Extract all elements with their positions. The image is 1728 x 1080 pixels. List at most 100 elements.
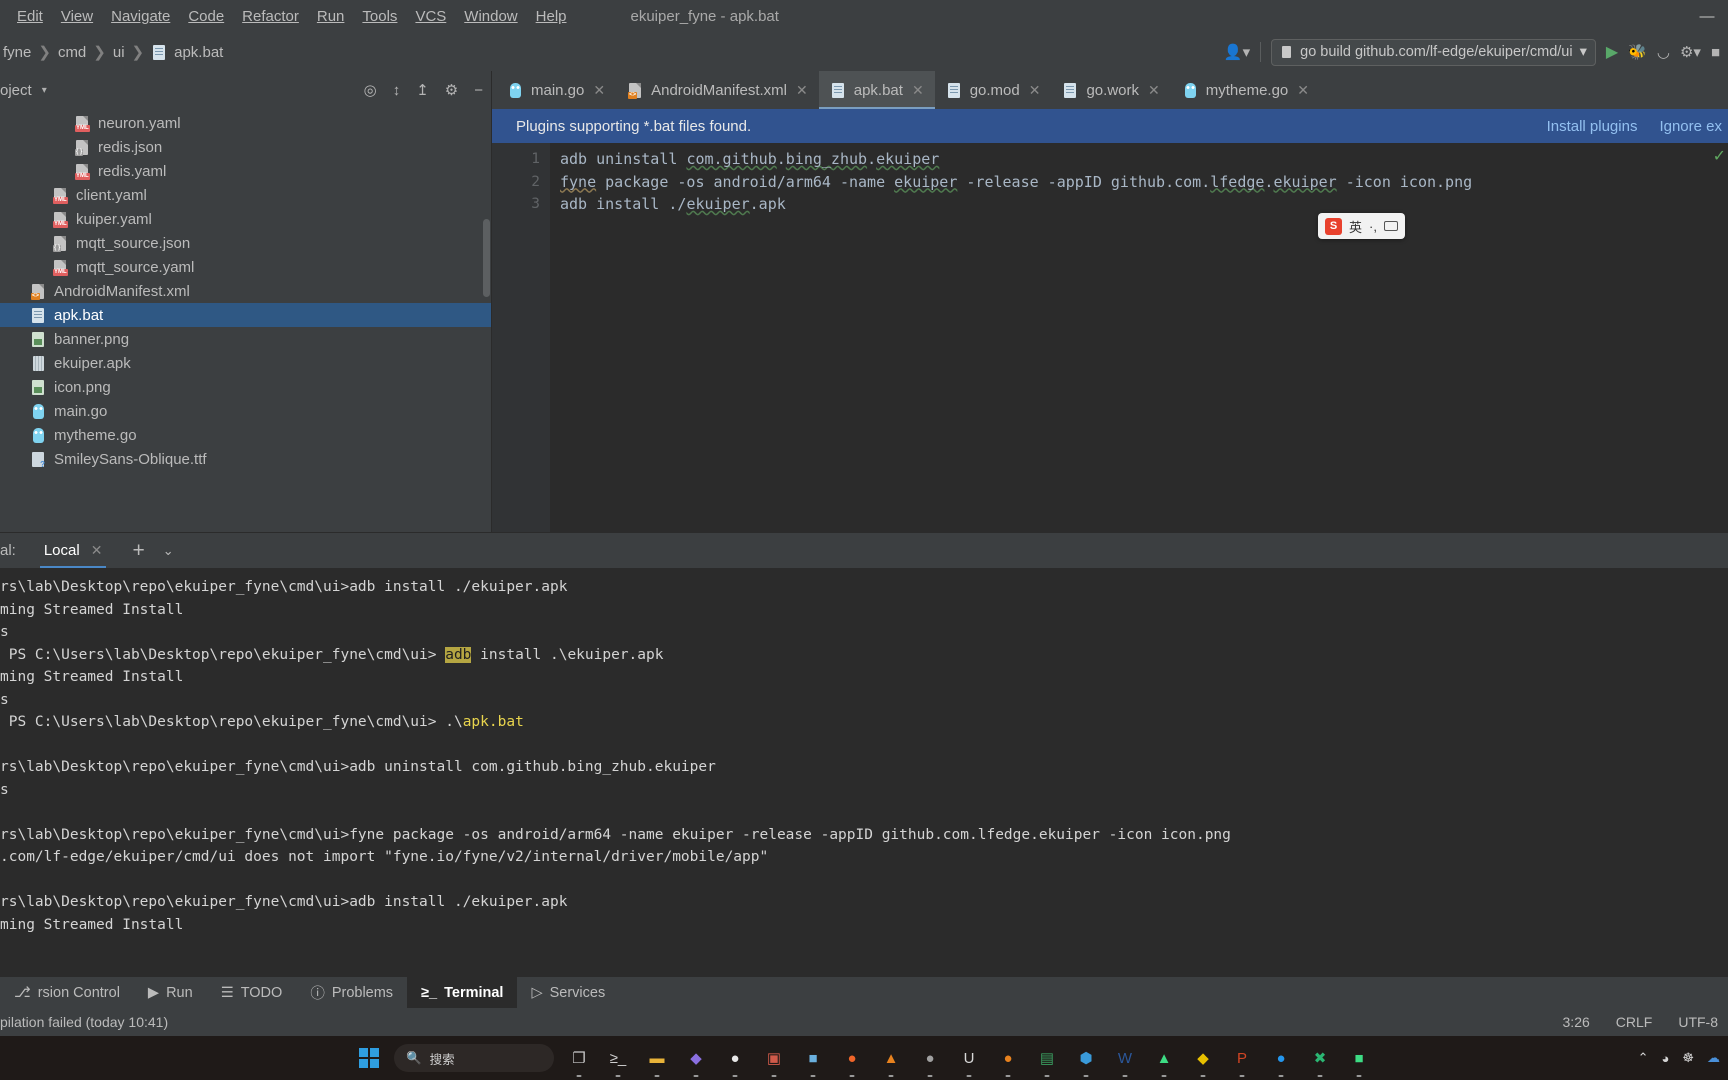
file-encoding[interactable]: UTF-8 xyxy=(1678,1014,1718,1030)
tree-item-redis-json[interactable]: { } redis.json xyxy=(0,135,491,159)
tool-window-button-run[interactable]: ▶ Run xyxy=(134,977,207,1008)
close-icon[interactable]: ✕ xyxy=(593,82,605,99)
unity-icon[interactable]: U xyxy=(955,1044,983,1077)
tree-item-androidmanifest-xml[interactable]: <> AndroidManifest.xml xyxy=(0,279,491,303)
profile-icon[interactable]: ◡ xyxy=(1657,43,1670,61)
menu-tools[interactable]: Tools xyxy=(353,5,406,28)
tool-window-button-todo[interactable]: ☰ TODO xyxy=(207,977,297,1008)
tool-window-button-rsion-control[interactable]: ⎇ rsion Control xyxy=(0,977,134,1008)
run-configuration-selector[interactable]: go build github.com/lf-edge/ekuiper/cmd/… xyxy=(1271,38,1596,66)
menu-run[interactable]: Run xyxy=(308,5,354,28)
menu-window[interactable]: Window xyxy=(455,5,526,28)
volume-icon[interactable]: ◕ xyxy=(1661,1051,1669,1066)
editor-code-area[interactable]: adb uninstall com.github.bing_zhub.ekuip… xyxy=(550,143,1728,532)
tree-item-ekuiper-apk[interactable]: ekuiper.apk xyxy=(0,351,491,375)
ime-indicator[interactable]: S 英 ·, xyxy=(1318,213,1405,239)
android-icon[interactable]: ■ xyxy=(1345,1044,1373,1077)
tree-item-redis-yaml[interactable]: YML redis.yaml xyxy=(0,159,491,183)
tool-window-button-problems[interactable]: ⓘ Problems xyxy=(296,977,407,1008)
code-editor[interactable]: 1 2 3 adb uninstall com.github.bing_zhub.e… xyxy=(492,143,1728,532)
close-icon[interactable]: ✕ xyxy=(912,82,924,99)
settings-icon[interactable]: ⚙ xyxy=(445,81,458,99)
docker-icon[interactable]: ● xyxy=(1267,1044,1295,1077)
ime-mode-label[interactable]: 英 xyxy=(1349,217,1362,236)
editor-tab-mytheme-go[interactable]: mytheme.go ✕ xyxy=(1171,71,1320,109)
menu-refactor[interactable]: Refactor xyxy=(233,5,308,28)
expand-all-icon[interactable]: ↕ xyxy=(393,82,401,99)
editor-icon[interactable]: ■ xyxy=(799,1044,827,1077)
pycharm-icon[interactable]: ◆ xyxy=(1189,1044,1217,1077)
debug-icon[interactable]: 🐝 xyxy=(1628,43,1647,61)
taskbar-search[interactable]: 🔍 搜索 xyxy=(394,1044,554,1072)
tree-item-banner-png[interactable]: banner.png xyxy=(0,327,491,351)
xmind-icon[interactable]: ✖ xyxy=(1306,1044,1334,1077)
task-view-icon[interactable]: ❐ xyxy=(565,1044,593,1077)
breadcrumb-item-fyne[interactable]: fyne xyxy=(0,44,34,61)
collapse-all-icon[interactable]: ↥ xyxy=(416,81,429,99)
file-explorer-icon[interactable]: ▬ xyxy=(643,1044,671,1077)
chevron-down-icon[interactable]: ⌄ xyxy=(163,543,174,559)
terminal-icon[interactable]: ≥_ xyxy=(604,1044,632,1077)
tool-window-button-terminal[interactable]: ≥_ Terminal xyxy=(407,977,518,1008)
breadcrumb-item-ui[interactable]: ui xyxy=(110,44,128,61)
flame-icon[interactable]: ◆ xyxy=(682,1044,710,1077)
tree-item-mytheme-go[interactable]: mytheme.go xyxy=(0,423,491,447)
steam-icon[interactable]: ● xyxy=(916,1044,944,1077)
hide-icon[interactable]: − xyxy=(474,82,483,99)
terminal-output[interactable]: rs\lab\Desktop\repo\ekuiper_fyne\cmd\ui>… xyxy=(0,568,1728,976)
add-terminal-button[interactable]: + xyxy=(132,539,144,563)
terminal-tab-local[interactable]: Local ✕ xyxy=(34,533,113,569)
more-icon[interactable]: ⚙▾ xyxy=(1680,43,1701,61)
close-icon[interactable]: ✕ xyxy=(1148,82,1160,99)
editor-tab-main-go[interactable]: main.go ✕ xyxy=(496,71,616,109)
keyboard-icon[interactable] xyxy=(1383,221,1398,231)
onedrive-icon[interactable]: ☁ xyxy=(1707,1050,1720,1066)
menu-help[interactable]: Help xyxy=(527,5,576,28)
menu-code[interactable]: Code xyxy=(179,5,233,28)
tree-item-main-go[interactable]: main.go xyxy=(0,399,491,423)
tree-item-mqtt-source-yaml[interactable]: YML mqtt_source.yaml xyxy=(0,255,491,279)
menu-view[interactable]: View xyxy=(52,5,102,28)
tree-item-icon-png[interactable]: icon.png xyxy=(0,375,491,399)
chevron-up-icon[interactable]: ⌃ xyxy=(1638,1050,1649,1066)
ime-punctuation-label[interactable]: ·, xyxy=(1369,219,1377,234)
tree-item-kuiper-yaml[interactable]: YML kuiper.yaml xyxy=(0,207,491,231)
menu-vcs[interactable]: VCS xyxy=(406,5,455,28)
tool-window-button-services[interactable]: ▷ Services xyxy=(517,977,619,1008)
install-plugins-link[interactable]: Install plugins xyxy=(1547,118,1638,135)
account-icon[interactable]: 👤▾ xyxy=(1224,43,1250,61)
caret-position[interactable]: 3:26 xyxy=(1563,1014,1590,1030)
postman-icon[interactable]: ● xyxy=(838,1044,866,1077)
windows-start-icon[interactable] xyxy=(355,1044,383,1072)
vlc-icon[interactable]: ▲ xyxy=(877,1044,905,1077)
remote-desktop-icon[interactable]: ▣ xyxy=(760,1044,788,1077)
tree-item-apk-bat[interactable]: apk.bat xyxy=(0,303,491,327)
close-icon[interactable]: ✕ xyxy=(1297,82,1309,99)
minimize-button[interactable]: — xyxy=(1686,0,1728,33)
editor-tab-apk-bat[interactable]: apk.bat ✕ xyxy=(818,71,935,109)
run-icon[interactable]: ▶ xyxy=(1606,42,1618,62)
line-separator[interactable]: CRLF xyxy=(1616,1014,1653,1030)
breadcrumb-item-apk-bat[interactable]: apk.bat xyxy=(148,44,226,61)
chrome-icon[interactable]: ● xyxy=(721,1044,749,1077)
chevron-down-icon[interactable]: ▾ xyxy=(42,85,47,96)
project-tree[interactable]: YML neuron.yaml { } redis.json YML redis.yaml… xyxy=(0,109,491,532)
editor-tab-go-mod[interactable]: go.mod ✕ xyxy=(935,71,1052,109)
sheets-icon[interactable]: ▤ xyxy=(1033,1044,1061,1077)
breadcrumb-item-cmd[interactable]: cmd xyxy=(55,44,89,61)
stop-icon[interactable]: ■ xyxy=(1711,44,1720,61)
tree-item-neuron-yaml[interactable]: YML neuron.yaml xyxy=(0,111,491,135)
firefox-icon[interactable]: ● xyxy=(994,1044,1022,1077)
inspection-ok-icon[interactable]: ✓ xyxy=(1713,149,1726,165)
tree-item-client-yaml[interactable]: YML client.yaml xyxy=(0,183,491,207)
vscode-icon[interactable]: ⬢ xyxy=(1072,1044,1100,1077)
android-studio-icon[interactable]: ▲ xyxy=(1150,1044,1178,1077)
locate-icon[interactable]: ◎ xyxy=(364,81,377,99)
network-icon[interactable]: ☸ xyxy=(1682,1050,1694,1066)
close-icon[interactable]: ✕ xyxy=(796,82,808,99)
menu-navigate[interactable]: Navigate xyxy=(102,5,179,28)
close-icon[interactable]: ✕ xyxy=(91,542,103,559)
powerpoint-icon[interactable]: P xyxy=(1228,1044,1256,1077)
close-icon[interactable]: ✕ xyxy=(1029,82,1041,99)
tree-item-mqtt-source-json[interactable]: { } mqtt_source.json xyxy=(0,231,491,255)
